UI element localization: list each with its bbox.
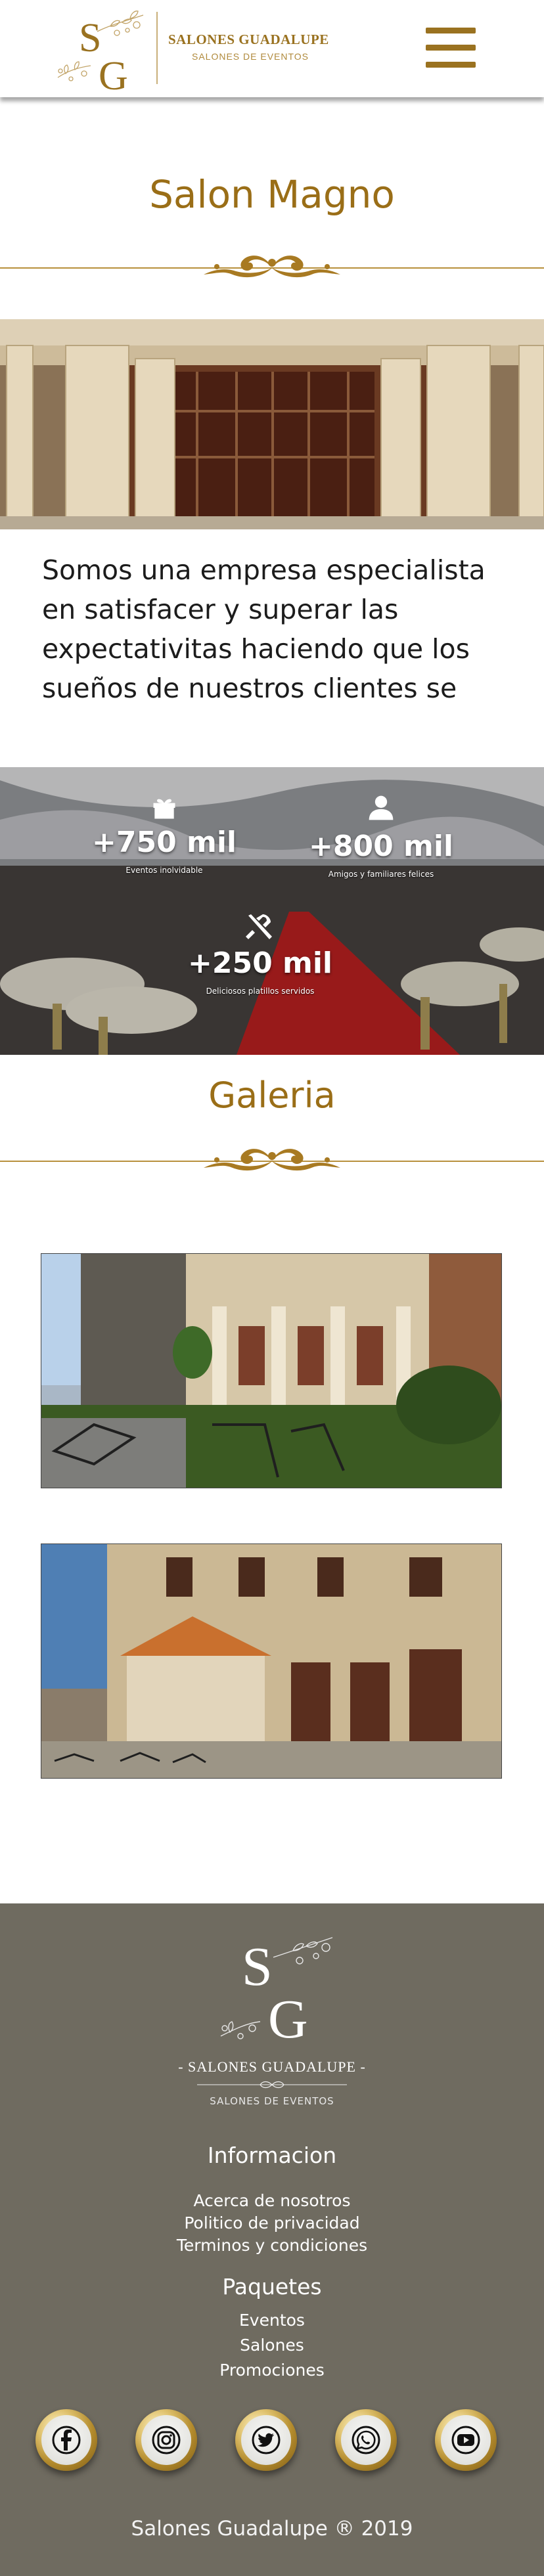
flourish-divider-icon	[0, 255, 544, 278]
footer-brand-name: - SALONES GUADALUPE -	[178, 2058, 366, 2075]
whatsapp-icon	[351, 2426, 380, 2454]
stats-banner: +750 mil Eventos inolvidable +800 mil Am…	[0, 767, 544, 1055]
twitter-button[interactable]	[235, 2409, 297, 2471]
footer-brand-tagline: SALONES DE EVENTOS	[210, 2095, 334, 2107]
brand-name: SALONES GUADALUPE	[168, 32, 329, 47]
hamburger-menu-icon[interactable]	[426, 28, 476, 68]
footer-link-terms[interactable]: Terminos y condiciones	[0, 2236, 544, 2255]
svg-text:G: G	[99, 54, 128, 92]
stat-caption: Eventos inolvidable	[125, 866, 203, 875]
gallery-image-garden[interactable]	[41, 1253, 502, 1488]
stat-value: +250 mil	[187, 946, 333, 980]
footer-flourish-icon	[197, 2081, 347, 2089]
salon-entrance-image	[0, 319, 544, 529]
intro-text: Somos una empresa especialista en satisf…	[42, 554, 486, 704]
brand-tagline: SALONES DE EVENTOS	[192, 51, 309, 62]
gallery-image-facade[interactable]	[41, 1543, 502, 1779]
logo-divider	[156, 12, 158, 84]
monogram-logo-icon: S G	[57, 11, 144, 92]
footer-monogram-logo-icon: S G	[220, 1936, 333, 2049]
footer-link-privacy[interactable]: Politico de privacidad	[0, 2213, 544, 2232]
gift-icon	[153, 799, 175, 819]
stat-value: +750 mil	[91, 826, 237, 859]
facebook-button[interactable]	[35, 2409, 97, 2471]
twitter-icon	[252, 2426, 281, 2454]
footer-link-salons[interactable]: Salones	[0, 2336, 544, 2355]
site-header: S G SALONES GUADALUPE SALONES DE EVENTOS	[0, 0, 544, 97]
page-title: Salon Magno	[149, 172, 395, 217]
instagram-button[interactable]	[135, 2409, 197, 2471]
footer-link-events[interactable]: Eventos	[0, 2311, 544, 2330]
stat-caption: Amigos y familiares felices	[328, 870, 434, 879]
stat-events: +750 mil Eventos inolvidable	[79, 793, 250, 875]
stat-caption: Deliciosos platillos servidos	[206, 987, 315, 996]
instagram-icon	[152, 2426, 181, 2454]
svg-text:G: G	[268, 1989, 308, 2049]
info-heading: Informacion	[207, 2143, 337, 2168]
copyright-text: Salones Guadalupe ® 2019	[131, 2517, 413, 2541]
youtube-button[interactable]	[435, 2409, 497, 2471]
whatsapp-button[interactable]	[335, 2409, 397, 2471]
stat-friends: +800 mil Amigos y familiares felices	[296, 793, 466, 879]
youtube-icon	[451, 2426, 480, 2454]
facebook-icon	[52, 2426, 81, 2454]
user-icon	[369, 795, 394, 820]
footer-link-promotions[interactable]: Promociones	[0, 2361, 544, 2380]
utensils-icon	[246, 914, 272, 939]
flourish-divider-icon	[0, 1149, 544, 1171]
brand-logo[interactable]: S G SALONES GUADALUPE SALONES DE EVENTOS	[51, 5, 329, 92]
stat-dishes: +250 mil Deliciosos platillos servidos	[175, 912, 346, 996]
stat-value: +800 mil	[308, 830, 454, 863]
packages-heading: Paquetes	[222, 2274, 322, 2299]
gallery-title: Galeria	[208, 1075, 336, 1116]
footer-link-about[interactable]: Acerca de nosotros	[0, 2191, 544, 2210]
